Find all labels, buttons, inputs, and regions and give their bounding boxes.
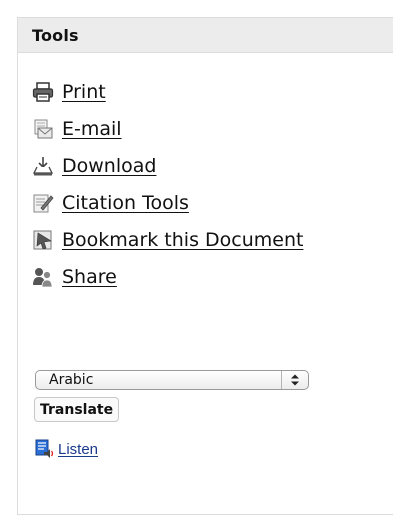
panel-title: Tools xyxy=(32,25,79,45)
download-link[interactable]: Download xyxy=(62,155,156,177)
listen-item[interactable]: Listen xyxy=(35,439,98,459)
tool-print[interactable]: Print xyxy=(32,73,303,110)
citation-tools-link[interactable]: Citation Tools xyxy=(62,192,189,214)
tools-panel: Tools Print E-mail Download Citation Too… xyxy=(17,17,393,515)
language-select-value: Arabic xyxy=(49,372,94,388)
bookmark-icon xyxy=(32,229,54,251)
select-arrows-icon xyxy=(282,373,308,387)
print-link[interactable]: Print xyxy=(62,81,106,103)
speaker-icon xyxy=(35,439,55,459)
email-icon xyxy=(32,118,54,140)
tool-share[interactable]: Share xyxy=(32,258,303,295)
listen-link[interactable]: Listen xyxy=(58,441,98,458)
email-link[interactable]: E-mail xyxy=(62,118,122,140)
tool-email[interactable]: E-mail xyxy=(32,110,303,147)
tool-bookmark[interactable]: Bookmark this Document xyxy=(32,221,303,258)
citation-icon xyxy=(32,192,54,214)
tool-list: Print E-mail Download Citation Tools Boo… xyxy=(32,73,303,295)
share-link[interactable]: Share xyxy=(62,266,117,288)
download-icon xyxy=(32,155,54,177)
panel-header: Tools xyxy=(18,18,393,53)
share-icon xyxy=(32,266,54,288)
translate-button[interactable]: Translate xyxy=(34,397,120,422)
bookmark-link[interactable]: Bookmark this Document xyxy=(62,229,303,251)
printer-icon xyxy=(32,81,54,103)
tool-citation[interactable]: Citation Tools xyxy=(32,184,303,221)
language-select[interactable]: Arabic xyxy=(35,370,309,390)
tool-download[interactable]: Download xyxy=(32,147,303,184)
